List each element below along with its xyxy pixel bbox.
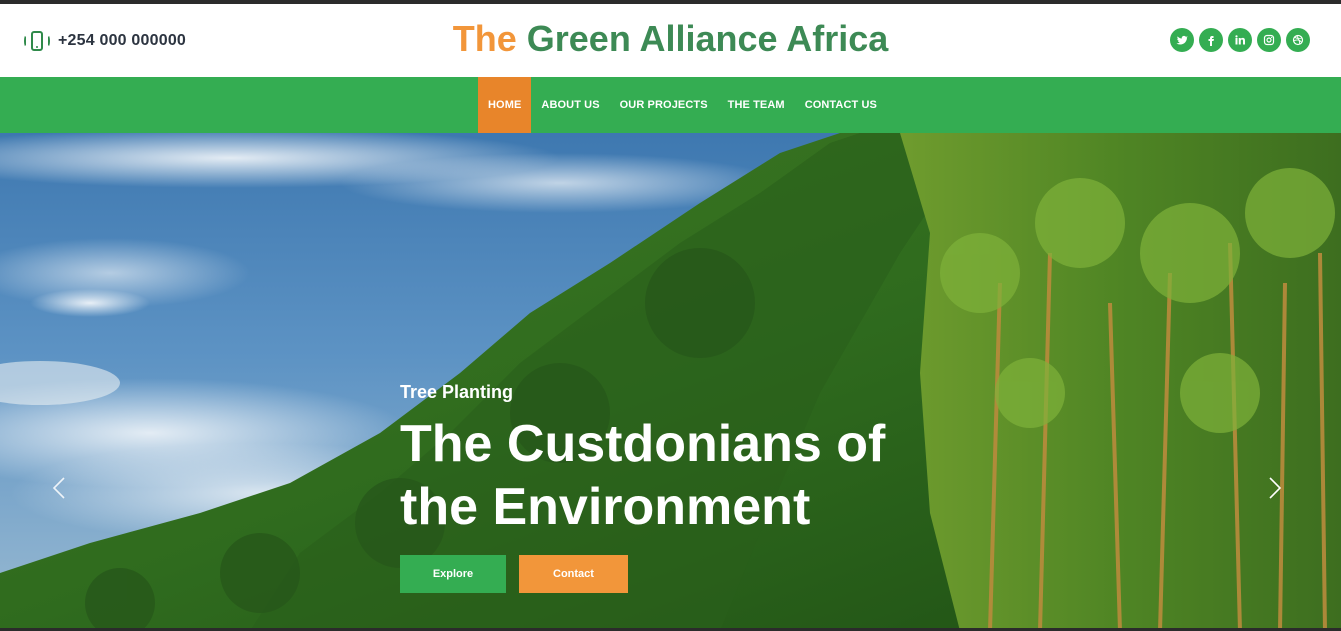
hero-subtitle: Tree Planting: [400, 382, 514, 402]
chevron-left-icon: [52, 477, 65, 499]
hero-caption: Tree Planting: [400, 382, 513, 403]
contact-button[interactable]: Contact: [519, 555, 628, 593]
main-navigation: HOME ABOUT US OUR PROJECTS THE TEAM CONT…: [0, 77, 1341, 133]
site-header: +254 000 000000 The Green Alliance Afric…: [0, 4, 1341, 77]
linkedin-icon[interactable]: [1228, 28, 1252, 52]
hero-headline: The Custdonians of the Environment: [400, 415, 886, 536]
hero-forest-image: [0, 133, 1341, 631]
logo-prefix: The: [452, 18, 517, 59]
facebook-icon[interactable]: [1199, 28, 1223, 52]
explore-button[interactable]: Explore: [400, 555, 506, 593]
nav-item-about-us[interactable]: ABOUT US: [531, 77, 609, 133]
slider-prev-arrow[interactable]: [48, 476, 72, 500]
hero-slider: [0, 133, 1341, 631]
dribbble-icon[interactable]: [1286, 28, 1310, 52]
nav-item-our-projects[interactable]: OUR PROJECTS: [610, 77, 718, 133]
nav-item-home[interactable]: HOME: [478, 77, 532, 133]
logo-name: Green Alliance Africa: [526, 18, 889, 59]
site-logo[interactable]: The Green Alliance Africa: [0, 18, 1341, 60]
social-links: [1170, 28, 1310, 52]
twitter-icon[interactable]: [1170, 28, 1194, 52]
nav-item-the-team[interactable]: THE TEAM: [718, 77, 795, 133]
chevron-right-icon: [1269, 477, 1282, 499]
instagram-icon[interactable]: [1257, 28, 1281, 52]
slider-next-arrow[interactable]: [1262, 476, 1286, 500]
nav-item-contact-us[interactable]: CONTACT US: [795, 77, 887, 133]
